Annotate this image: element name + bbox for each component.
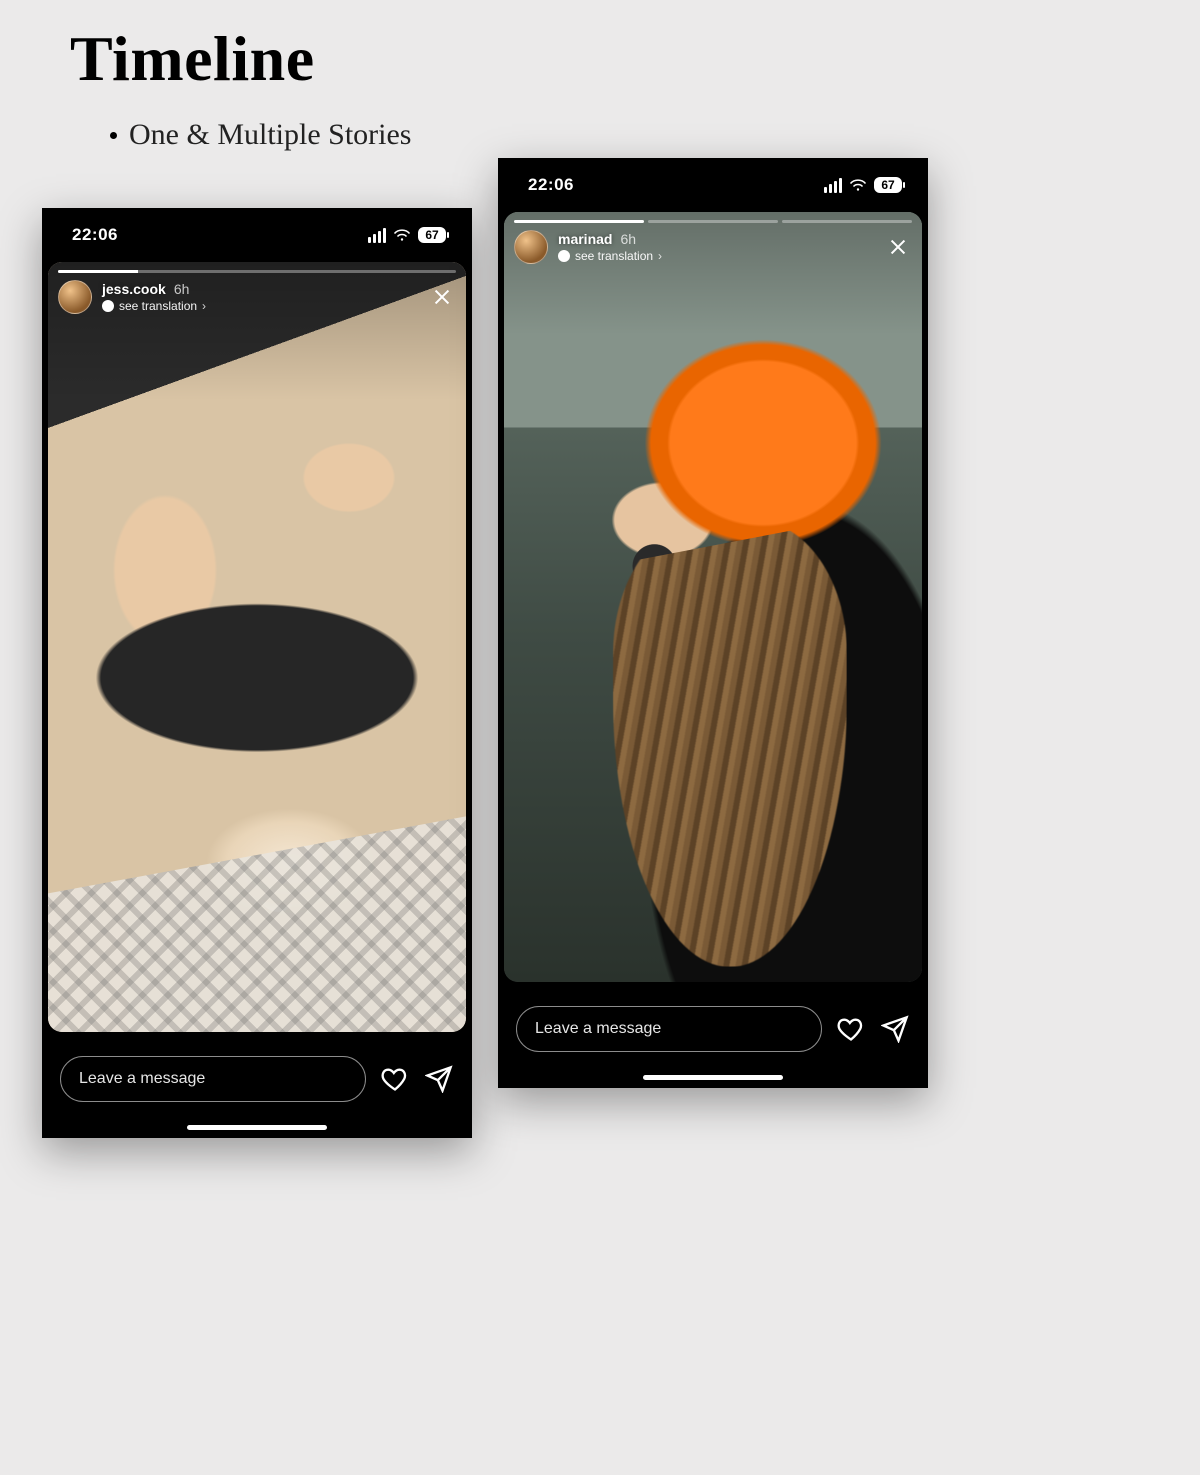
subtitle-text: One & Multiple Stories [129, 118, 411, 152]
cellular-icon [824, 178, 842, 193]
share-button[interactable] [880, 1014, 910, 1044]
page-title: Timeline [70, 22, 315, 96]
like-button[interactable] [380, 1064, 410, 1094]
heart-icon [381, 1065, 409, 1093]
phone-mockup-multiple-stories: 22:06 67 marinad 6h see translation [498, 158, 928, 1088]
home-indicator[interactable] [187, 1125, 327, 1130]
story-viewport[interactable]: marinad 6h see translation › [504, 212, 922, 982]
story-header: marinad 6h see translation › [514, 230, 912, 264]
story-header: jess.cook 6h see translation › [58, 280, 456, 314]
cellular-icon [368, 228, 386, 243]
progress-fill [514, 220, 644, 223]
avatar[interactable] [58, 280, 92, 314]
story-timestamp: 6h [620, 231, 636, 247]
username[interactable]: jess.cook [102, 281, 166, 297]
home-indicator[interactable] [643, 1075, 783, 1080]
share-button[interactable] [424, 1064, 454, 1094]
translation-label: see translation [575, 249, 653, 263]
send-icon [881, 1015, 909, 1043]
status-icons: 67 [824, 177, 902, 193]
status-bar: 22:06 67 [42, 208, 472, 262]
like-button[interactable] [836, 1014, 866, 1044]
chevron-right-icon: › [658, 249, 662, 263]
battery-icon: 67 [418, 227, 446, 243]
heart-icon [837, 1015, 865, 1043]
progress-bar [58, 270, 456, 273]
close-icon [431, 286, 453, 308]
wifi-icon [393, 228, 411, 242]
see-translation-button[interactable]: see translation › [558, 249, 662, 263]
status-bar: 22:06 67 [498, 158, 928, 212]
story-timestamp: 6h [174, 281, 190, 297]
story-footer [42, 1038, 472, 1138]
message-input[interactable] [60, 1056, 366, 1102]
close-button[interactable] [428, 283, 456, 311]
phone-mockup-single-story: 22:06 67 jess.cook 6h see translation › [42, 208, 472, 1138]
page-subtitle: One & Multiple Stories [110, 118, 411, 152]
chevron-right-icon: › [202, 299, 206, 313]
message-input[interactable] [516, 1006, 822, 1052]
status-time: 22:06 [528, 175, 574, 195]
progress-bar [514, 220, 912, 223]
bullet-icon [110, 132, 117, 139]
progress-fill [58, 270, 138, 273]
status-time: 22:06 [72, 225, 118, 245]
story-viewport[interactable]: jess.cook 6h see translation › [48, 262, 466, 1032]
send-icon [425, 1065, 453, 1093]
story-footer [498, 988, 928, 1088]
translation-label: see translation [119, 299, 197, 313]
wifi-icon [849, 178, 867, 192]
chat-bubble-icon [102, 300, 114, 312]
close-button[interactable] [884, 233, 912, 261]
close-icon [887, 236, 909, 258]
status-icons: 67 [368, 227, 446, 243]
story-image [48, 262, 466, 1032]
battery-icon: 67 [874, 177, 902, 193]
story-image [504, 212, 922, 982]
chat-bubble-icon [558, 250, 570, 262]
username[interactable]: marinad [558, 231, 612, 247]
avatar[interactable] [514, 230, 548, 264]
see-translation-button[interactable]: see translation › [102, 299, 206, 313]
